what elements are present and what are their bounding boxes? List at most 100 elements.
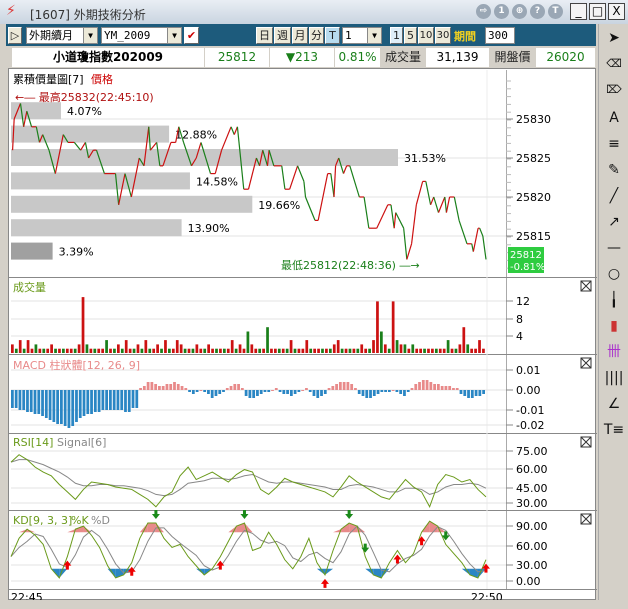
circle-tool-icon[interactable]: ○ [603, 264, 625, 284]
volume-bar [301, 348, 305, 353]
period-month-button[interactable]: 月 [292, 27, 308, 44]
interval-30-button[interactable]: 30 [435, 27, 451, 44]
volume-profile-label: 31.53% [404, 152, 446, 165]
volume-bar [313, 348, 316, 353]
macd-bar [11, 390, 14, 408]
last-badge-pct: -0.81% [510, 262, 545, 273]
macd-bar [350, 384, 354, 390]
indicator-icon[interactable]: 卌 [603, 342, 625, 362]
volume-bar [274, 348, 277, 353]
rsi-signal-label: Signal[6] [57, 436, 106, 449]
volume-bar [246, 331, 250, 353]
symbol-select[interactable]: YM_2009 ▼ [101, 27, 182, 44]
volume-profile-bar [11, 242, 53, 260]
fan-tool-icon[interactable]: ∠ [603, 394, 625, 414]
macd-bar [259, 390, 263, 394]
macd-bar [233, 384, 237, 390]
vertical-lines-icon[interactable]: |||| [603, 368, 625, 388]
oversold-fill [316, 568, 325, 575]
price-segment [453, 196, 460, 221]
volume-bar [128, 348, 132, 353]
volume-bar [387, 348, 391, 353]
chart-canvas[interactable]: 4.07%12.88%31.53%14.58%19.66%13.90%3.39%… [9, 69, 597, 604]
add-window-icon[interactable]: ⊕ [512, 4, 527, 19]
period-tick-button[interactable]: T [325, 27, 340, 44]
topmost-icon[interactable]: T [548, 4, 563, 19]
close-button[interactable]: X [608, 3, 625, 20]
market-select[interactable]: 外期續月 ▼ [26, 27, 98, 44]
price-segment [444, 196, 448, 213]
period-minute-button[interactable]: 分 [309, 27, 324, 44]
macd-bar [169, 384, 173, 390]
high-label: ←― 最高25832(22:45:10) [15, 90, 154, 104]
candlestick-icon[interactable]: ▮ [603, 316, 625, 336]
period-day-button[interactable]: 日 [256, 27, 273, 44]
axis-tick-label: 45.00 [516, 482, 548, 495]
line-tool-icon[interactable]: ╱ [603, 186, 625, 206]
macd-bar [75, 390, 78, 422]
macd-bar [308, 390, 312, 392]
horizontal-lines-icon[interactable]: ≡ [603, 134, 625, 154]
macd-bar [391, 390, 395, 391]
chart-area[interactable]: 4.07% 12.88% 31.53% 14.58% 19.66% 13.90% 3.39%… [8, 68, 597, 604]
volume-panel-title: 成交量 [13, 280, 46, 294]
paint-icon[interactable]: ✎ [603, 160, 625, 180]
macd-bar [425, 380, 429, 390]
macd-bar [452, 388, 455, 390]
checkbox[interactable]: ✔ [184, 27, 199, 44]
volume-bar [262, 348, 265, 353]
price-segment [322, 173, 329, 198]
candle-icon[interactable]: ╽ [603, 290, 625, 310]
interval-10-button[interactable]: 10 [418, 27, 434, 44]
macd-bar [139, 388, 142, 390]
interval-select[interactable]: 1 ▼ [342, 27, 382, 44]
volume-bar [317, 348, 320, 353]
macd-bar [384, 390, 387, 392]
macd-bar [365, 390, 369, 398]
macd-bar [214, 390, 218, 396]
macd-bar [222, 390, 225, 392]
macd-bar [44, 390, 48, 418]
volume-label: 成交量 [381, 48, 426, 67]
arrow-tool-icon[interactable]: ↗ [603, 212, 625, 232]
volume-bar [336, 340, 340, 353]
axis-tick-label: -0.01 [516, 404, 544, 417]
text-tool-icon[interactable]: A [603, 108, 625, 128]
erase-all-icon[interactable]: ⌦ [603, 80, 625, 100]
link-icon[interactable]: ⇨ [476, 4, 491, 19]
macd-bar [199, 390, 203, 391]
eraser-icon[interactable]: ⌫ [603, 54, 625, 74]
interval-5-button[interactable]: 5 [404, 27, 417, 44]
text-list-icon[interactable]: T≡ [603, 420, 625, 440]
minimize-button[interactable]: _ [570, 3, 587, 20]
macd-bar [67, 390, 71, 428]
volume-bar [419, 348, 422, 353]
volume-bar [270, 348, 273, 353]
volume-bar [211, 348, 214, 353]
y-axes: 25830 25825 25820 25815 12 8 4 0.01 0.00 -0.01 -0.… [506, 80, 551, 588]
period-week-button[interactable]: 週 [274, 27, 291, 44]
group-one-icon[interactable]: 1 [494, 4, 509, 19]
sell-arrow-icon [345, 510, 354, 520]
play-button[interactable]: ▷ [8, 27, 22, 44]
axis-tick-label: 25830 [516, 113, 551, 126]
range-input[interactable]: 300 [485, 27, 515, 44]
volume-profile-bar [11, 172, 190, 190]
pointer-icon[interactable]: ➤ [603, 28, 625, 48]
macd-bar [316, 390, 320, 398]
volume-bar [132, 348, 136, 353]
horizontal-line-icon[interactable]: — [603, 238, 625, 258]
scrollbar[interactable] [8, 600, 628, 609]
price-segment [395, 212, 405, 229]
macd-histogram [11, 380, 485, 428]
interval-select-value: 1 [345, 29, 352, 42]
volume-bar [281, 348, 285, 353]
app-logo-icon: ⚡ [6, 3, 16, 19]
chevron-down-icon: ▼ [167, 28, 181, 43]
price-segment [458, 220, 468, 244]
help-icon[interactable]: ? [530, 4, 545, 19]
macd-bar [248, 390, 252, 398]
maximize-button[interactable]: □ [589, 3, 606, 20]
interval-1-button[interactable]: 1 [390, 27, 403, 44]
macd-bar [346, 382, 350, 390]
